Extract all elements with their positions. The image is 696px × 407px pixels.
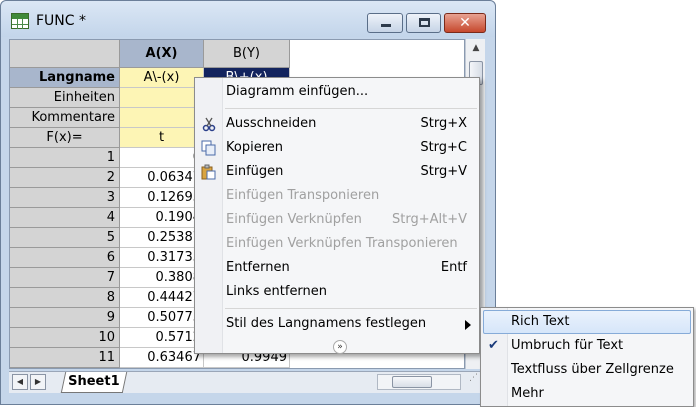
submenu-item-textfluss[interactable]: Textfluss über Zellgrenze: [481, 358, 693, 382]
row-header[interactable]: 10: [10, 328, 120, 348]
sheet-next-icon[interactable]: ▶: [30, 374, 46, 390]
cell-kommentare-a[interactable]: [120, 108, 204, 128]
langname-style-submenu: Rich Text ✔ Umbruch für Text Textfluss ü…: [480, 307, 694, 407]
maximize-button[interactable]: [406, 13, 441, 33]
row-header[interactable]: 2: [10, 168, 120, 188]
context-menu: Diagramm einfügen... Ausschneiden Strg+X…: [194, 77, 480, 354]
row-header[interactable]: 6: [10, 248, 120, 268]
cell-a[interactable]: 0.25387: [120, 228, 204, 248]
cell-a[interactable]: 0.63467: [120, 348, 204, 368]
row-header[interactable]: 4: [10, 208, 120, 228]
window-title: FUNC *: [36, 13, 86, 29]
sheet-tab[interactable]: Sheet1: [60, 372, 128, 393]
column-header-b[interactable]: B(Y): [204, 40, 290, 68]
row-header[interactable]: 5: [10, 228, 120, 248]
row-header-fx[interactable]: F(x)=: [10, 128, 120, 148]
cell-fx-a[interactable]: t: [120, 128, 204, 148]
cell-a[interactable]: 0.5712: [120, 328, 204, 348]
close-button[interactable]: ✕: [444, 13, 486, 33]
menu-item-diagramm-einfuegen[interactable]: Diagramm einfügen...: [195, 80, 479, 104]
horizontal-scrollbar[interactable]: [377, 374, 461, 390]
grid-corner[interactable]: [10, 40, 120, 68]
cell-a[interactable]: 0.1904: [120, 208, 204, 228]
menu-item-einfuegen[interactable]: Einfügen Strg+V: [195, 160, 479, 184]
row-header[interactable]: 7: [10, 268, 120, 288]
title-bar[interactable]: FUNC * ✕: [1, 1, 495, 37]
close-icon: ✕: [459, 15, 471, 31]
row-header[interactable]: 9: [10, 308, 120, 328]
sheet-tab-label: Sheet1: [68, 374, 120, 389]
checkmark-icon: ✔: [488, 338, 499, 353]
minimize-button[interactable]: [367, 13, 403, 33]
menu-item-einfuegen-transponieren: Einfügen Transponieren: [226, 188, 380, 203]
cell-a[interactable]: 0.06347: [120, 168, 204, 188]
menu-item-stil-langname[interactable]: Stil des Langnamens festlegen: [195, 312, 479, 336]
menu-item-einfuegen-verknuepfen: Einfügen Verknüpfen Strg+Alt+V: [226, 212, 467, 227]
scissors-icon: [201, 116, 217, 132]
worksheet-icon: [11, 13, 29, 29]
row-header[interactable]: 1: [10, 148, 120, 168]
minimize-icon: [381, 24, 391, 27]
empty-header-area: [290, 40, 464, 68]
row-header[interactable]: 3: [10, 188, 120, 208]
cell-a[interactable]: 0.12693: [120, 188, 204, 208]
cell-einheiten-a[interactable]: [120, 88, 204, 108]
row-header-kommentare[interactable]: Kommentare: [10, 108, 120, 128]
menu-separator: [225, 108, 477, 109]
cell-a[interactable]: 0.50773: [120, 308, 204, 328]
column-header-a[interactable]: A(X): [120, 40, 204, 68]
submenu-item-umbruch[interactable]: ✔ Umbruch für Text: [481, 334, 693, 358]
row-header-einheiten[interactable]: Einheiten: [10, 88, 120, 108]
row-header[interactable]: 11: [10, 348, 120, 368]
submenu-item-mehr[interactable]: Mehr: [481, 382, 693, 406]
menu-item-entfernen[interactable]: Entfernen Entf: [195, 256, 479, 280]
menu-separator: [225, 308, 477, 309]
cell-a[interactable]: 0.31733: [120, 248, 204, 268]
submenu-arrow-icon: [465, 320, 471, 330]
menu-item-einfuegen-verknuepfen-transponieren: Einfügen Verknüpfen Transponieren: [226, 236, 458, 251]
paste-icon: [201, 164, 217, 180]
scroll-up-icon[interactable]: ▲: [466, 39, 486, 57]
expand-more-icon[interactable]: »: [333, 340, 347, 354]
sheet-tab-bar: ◀ ▶ Sheet1: [9, 371, 485, 393]
maximize-icon: [419, 18, 430, 27]
menu-item-links-entfernen[interactable]: Links entfernen: [195, 280, 479, 304]
row-header[interactable]: 8: [10, 288, 120, 308]
cell-langname-a[interactable]: A\-(x): [120, 68, 204, 88]
copy-icon: [201, 140, 217, 156]
cell-a[interactable]: 0.44427: [120, 288, 204, 308]
submenu-item-rich-text[interactable]: Rich Text: [483, 310, 691, 334]
sheet-prev-icon[interactable]: ◀: [12, 374, 28, 390]
row-header-langname[interactable]: Langname: [10, 68, 120, 88]
hscroll-thumb[interactable]: [392, 376, 432, 388]
cell-a[interactable]: 0: [120, 148, 204, 168]
menu-item-ausschneiden[interactable]: Ausschneiden Strg+X: [195, 112, 479, 136]
cell-a[interactable]: 0.3808: [120, 268, 204, 288]
menu-item-kopieren[interactable]: Kopieren Strg+C: [195, 136, 479, 160]
